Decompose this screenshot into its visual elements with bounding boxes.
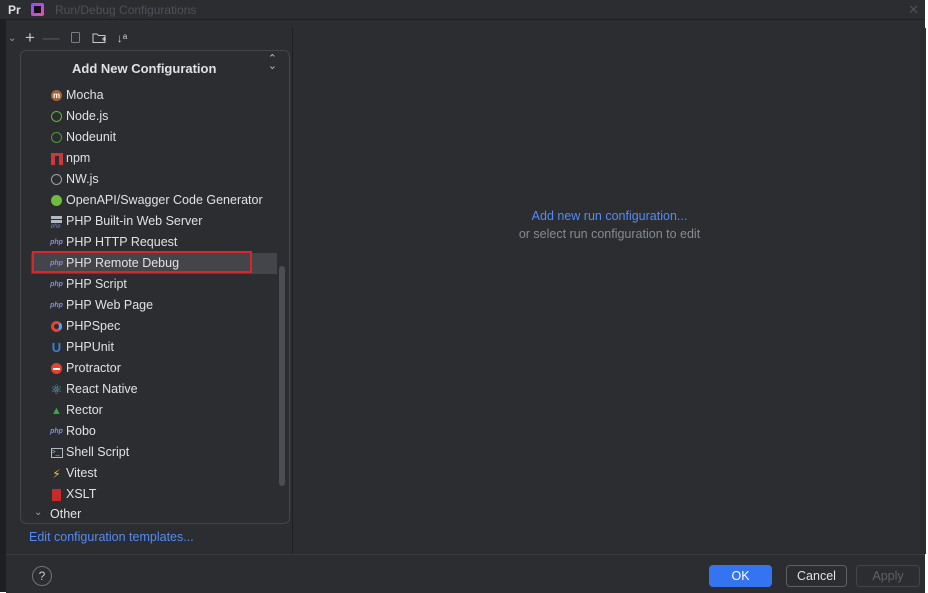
php-http-icon: php <box>50 239 63 246</box>
nodejs-icon <box>50 110 63 123</box>
list-scrollbar[interactable] <box>279 266 285 486</box>
title-bar: Pr Run/Debug Configurations ✕ <box>0 0 925 20</box>
protractor-icon <box>50 362 63 375</box>
list-item-label: Vitest <box>66 466 98 480</box>
list-item-robo[interactable]: php Robo <box>21 421 279 442</box>
list-item-nodejs[interactable]: Node.js <box>21 106 279 127</box>
list-item-react-native[interactable]: ⚛ React Native <box>21 379 279 400</box>
collapse-icon[interactable]: ⌃ ⌄ <box>268 54 277 72</box>
configurations-toolbar: ⌄ + — ↓ᵃ <box>6 28 291 50</box>
list-item-php-builtin-server[interactable]: php PHP Built-in Web Server <box>21 211 279 232</box>
list-item-protractor[interactable]: Protractor <box>21 358 279 379</box>
ok-button[interactable]: OK <box>709 565 772 587</box>
npm-icon <box>50 152 63 165</box>
run-debug-dialog: ⌄ + — ↓ᵃ Add New Configuration ⌃ ⌄ m Moch… <box>6 20 926 593</box>
popup-title: Add New Configuration <box>72 61 217 76</box>
phpunit-icon: U <box>51 340 62 355</box>
copy-configuration-button[interactable] <box>68 28 82 48</box>
list-item-mocha[interactable]: m Mocha <box>21 85 279 106</box>
project-prefix: Pr <box>8 3 21 17</box>
vitest-icon: ⚡ <box>52 466 61 481</box>
list-item-php-web-page[interactable]: php PHP Web Page <box>21 295 279 316</box>
cancel-button[interactable]: Cancel <box>786 565 847 587</box>
php-server-icon: php <box>50 215 63 228</box>
dialog-title: Run/Debug Configurations <box>55 3 197 17</box>
nodeunit-icon <box>50 131 63 144</box>
apply-button[interactable]: Apply <box>856 565 920 587</box>
copy-icon <box>70 32 80 43</box>
list-item-label: PHP Web Page <box>66 298 154 312</box>
php-web-page-icon: php <box>50 302 63 309</box>
folder-icon <box>92 33 106 43</box>
dialog-footer: ? OK Cancel Apply <box>6 554 925 593</box>
list-item-nwjs[interactable]: NW.js <box>21 169 279 190</box>
other-group-label: Other <box>50 507 82 521</box>
list-item-nodeunit[interactable]: Nodeunit <box>21 127 279 148</box>
list-item-label: PHPUnit <box>66 340 114 354</box>
list-item-rector[interactable]: ▲ Rector <box>21 400 279 421</box>
list-item-label: Rector <box>66 403 103 417</box>
list-item-php-remote-debug[interactable]: php PHP Remote Debug <box>31 253 277 274</box>
select-configuration-hint: or select run configuration to edit <box>518 227 701 241</box>
rector-icon: ▲ <box>51 404 62 417</box>
popup-header: Add New Configuration ⌃ ⌄ <box>21 51 289 87</box>
shell-icon: >_ <box>50 446 63 459</box>
chevron-down-icon: ⌄ <box>34 507 43 518</box>
nwjs-icon <box>50 173 63 186</box>
list-item-label: OpenAPI/Swagger Code Generator <box>66 193 263 207</box>
close-icon[interactable]: ✕ <box>908 2 919 18</box>
list-item-label: PHP HTTP Request <box>66 235 178 249</box>
chevron-down-icon[interactable]: ⌄ <box>8 33 16 44</box>
list-item-label: Nodeunit <box>66 130 117 144</box>
list-item-php-script[interactable]: php PHP Script <box>21 274 279 295</box>
list-item-label: PHP Remote Debug <box>66 256 180 270</box>
php-remote-debug-icon: php <box>50 260 63 267</box>
list-item-npm[interactable]: npm <box>21 148 279 169</box>
list-item-label: npm <box>66 151 91 165</box>
svg-text:php: php <box>50 224 61 229</box>
list-item-vitest[interactable]: ⚡ Vitest <box>21 463 279 484</box>
list-item-label: Protractor <box>66 361 121 375</box>
list-item-xslt[interactable]: XSLT <box>21 484 279 505</box>
other-group-toggle[interactable]: ⌄ Other <box>21 505 289 523</box>
edit-configuration-templates-link[interactable]: Edit configuration templates... <box>29 530 194 544</box>
list-item-label: PHP Built-in Web Server <box>66 214 203 228</box>
list-item-phpspec[interactable]: PHPSpec <box>21 316 279 337</box>
list-item-label: PHP Script <box>66 277 127 291</box>
list-item-openapi[interactable]: OpenAPI/Swagger Code Generator <box>21 190 279 211</box>
add-configuration-button[interactable]: + <box>22 28 38 48</box>
remove-configuration-button[interactable]: — <box>43 28 60 48</box>
list-item-shell-script[interactable]: >_ Shell Script <box>21 442 279 463</box>
list-item-label: PHPSpec <box>66 319 121 333</box>
list-item-phpunit[interactable]: U PHPUnit <box>21 337 279 358</box>
list-item-label: XSLT <box>66 487 97 501</box>
list-item-label: NW.js <box>66 172 99 186</box>
list-item-label: Node.js <box>66 109 109 123</box>
move-to-folder-button[interactable] <box>90 28 108 48</box>
phpspec-icon <box>50 320 63 333</box>
react-icon: ⚛ <box>50 381 63 397</box>
ide-logo-icon <box>31 3 44 16</box>
help-button[interactable]: ? <box>32 566 52 586</box>
list-item-label: React Native <box>66 382 138 396</box>
robo-icon: php <box>50 428 63 435</box>
add-configuration-popup: Add New Configuration ⌃ ⌄ m Mocha Node.js… <box>20 50 290 524</box>
php-script-icon: php <box>50 281 63 288</box>
list-item-label: Robo <box>66 424 96 438</box>
add-run-configuration-link[interactable]: Add new run configuration... <box>293 209 926 223</box>
configuration-details-pane: Add new run configuration... or select r… <box>292 28 926 554</box>
list-item-label: Shell Script <box>66 445 130 459</box>
openapi-icon <box>50 194 63 207</box>
mocha-icon: m <box>51 90 62 101</box>
list-item-php-http-request[interactable]: php PHP HTTP Request <box>21 232 279 253</box>
sort-configurations-button[interactable]: ↓ᵃ <box>114 28 130 48</box>
list-item-label: Mocha <box>66 88 104 102</box>
xslt-icon <box>50 488 63 501</box>
configurations-pane: ⌄ + — ↓ᵃ Add New Configuration ⌃ ⌄ m Moch… <box>6 20 291 554</box>
